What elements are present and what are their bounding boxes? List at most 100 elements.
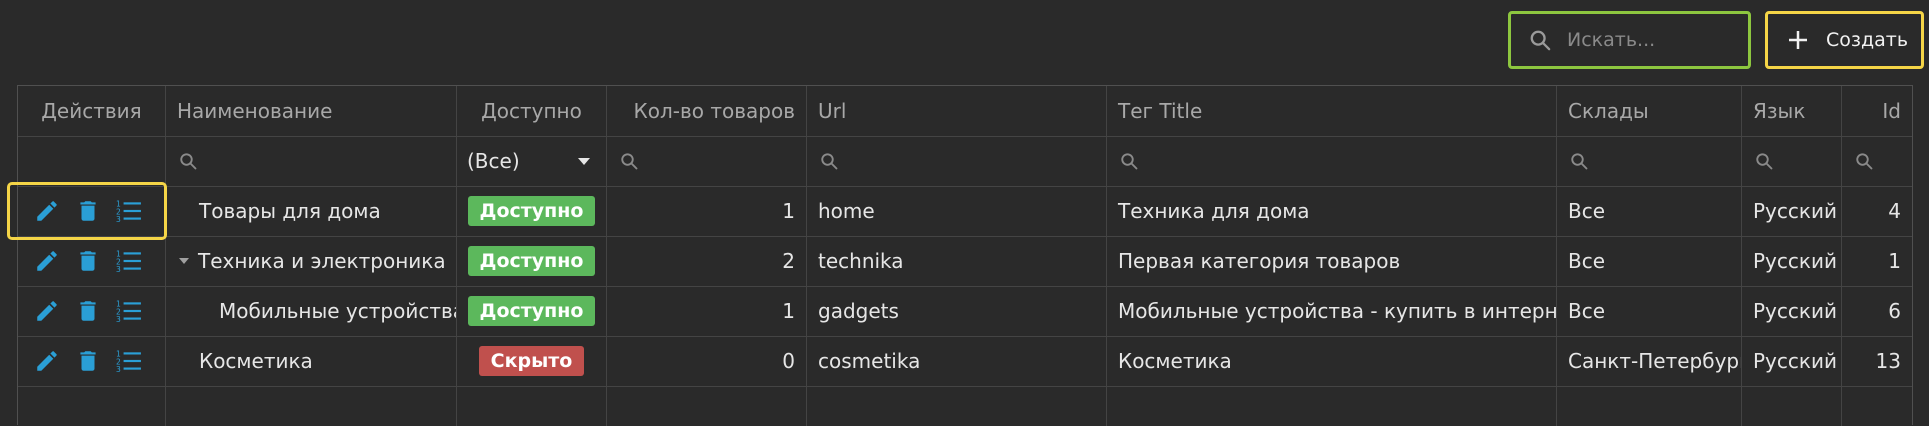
cell-id: 13 (1875, 349, 1901, 373)
categories-grid: Действия Наименование Доступно Кол-во то… (17, 85, 1913, 426)
cell-count: 2 (607, 236, 807, 286)
cell-url: home (807, 186, 1107, 236)
toolbar: Создать (0, 0, 1929, 85)
empty-cell (1557, 386, 1742, 426)
empty-cell (607, 386, 807, 426)
cell-title: Мобильные устройства - купить в интерне.… (1107, 286, 1557, 336)
search-icon (1530, 30, 1551, 51)
cell-available: Доступно (457, 186, 607, 236)
edit-icon[interactable] (34, 298, 60, 324)
filter-available-value: (Все) (467, 149, 520, 173)
empty-row (18, 386, 1912, 426)
empty-cell (166, 386, 457, 426)
cell-stores: Санкт-Петербург (1557, 336, 1742, 386)
list-icon[interactable]: 123 (116, 348, 142, 374)
cell-available: Скрыто (457, 336, 607, 386)
svg-text:3: 3 (116, 265, 121, 274)
filter-stores[interactable] (1557, 136, 1742, 186)
filter-search-icon (1121, 153, 1138, 170)
cell-count: 1 (607, 186, 807, 236)
empty-cell (807, 386, 1107, 426)
cell-count: 0 (607, 336, 807, 386)
filter-search-icon (1856, 153, 1873, 170)
filter-search-icon (180, 153, 197, 170)
empty-cell (1742, 386, 1842, 426)
delete-icon[interactable] (75, 248, 101, 274)
empty-cell (18, 386, 166, 426)
cell-id: 4 (1888, 199, 1901, 223)
cell-lang: Русский (1742, 286, 1842, 336)
cell-name: Косметика (166, 336, 457, 386)
cell-name: Товары для дома (166, 186, 457, 236)
svg-text:3: 3 (116, 315, 121, 324)
col-header-url[interactable]: Url (807, 86, 1107, 136)
cell-name-text: Техника и электроника (198, 249, 446, 273)
filter-name[interactable] (166, 136, 457, 186)
filter-title[interactable] (1107, 136, 1557, 186)
filter-search-icon (821, 153, 838, 170)
cell-title: Первая категория товаров (1107, 236, 1557, 286)
cell-stores: Все (1557, 286, 1742, 336)
col-header-name[interactable]: Наименование (166, 86, 457, 136)
create-button-label: Создать (1826, 29, 1909, 51)
filter-id[interactable] (1842, 136, 1912, 186)
cell-lang: Русский (1742, 236, 1842, 286)
search-input[interactable] (1565, 28, 1739, 52)
row-actions: 123 (18, 336, 166, 386)
cell-available: Доступно (457, 286, 607, 336)
cell-stores: Все (1557, 186, 1742, 236)
filter-count[interactable] (607, 136, 807, 186)
create-button[interactable]: Создать (1765, 11, 1924, 69)
row-actions: 123 (18, 286, 166, 336)
filter-row: (Все) (18, 136, 1912, 187)
filter-search-icon (1571, 153, 1588, 170)
cell-lang: Русский (1742, 336, 1842, 386)
filter-url[interactable] (807, 136, 1107, 186)
dropdown-caret-icon (578, 157, 590, 165)
col-header-id[interactable]: Id (1842, 86, 1912, 136)
col-header-actions[interactable]: Действия (18, 86, 166, 136)
table-row[interactable]: 123 Товары для дома Доступно 1 home Техн… (18, 186, 1912, 237)
status-badge: Скрыто (478, 346, 585, 376)
list-icon[interactable]: 123 (116, 198, 142, 224)
edit-icon[interactable] (34, 348, 60, 374)
filter-search-icon (1756, 153, 1773, 170)
col-header-lang[interactable]: Язык (1742, 86, 1842, 136)
cell-name: Мобильные устройства (166, 286, 457, 336)
cell-id: 1 (1888, 249, 1901, 273)
filter-actions-empty (18, 136, 166, 186)
edit-icon[interactable] (34, 248, 60, 274)
edit-icon[interactable] (34, 198, 60, 224)
list-icon[interactable]: 123 (116, 298, 142, 324)
svg-text:3: 3 (116, 215, 121, 224)
status-badge: Доступно (467, 246, 596, 276)
empty-cell (457, 386, 607, 426)
cell-title: Техника для дома (1107, 186, 1557, 236)
col-header-count[interactable]: Кол-во товаров (607, 86, 807, 136)
delete-icon[interactable] (75, 298, 101, 324)
table-row[interactable]: 123 Техника и электроника Доступно 2 tec… (18, 236, 1912, 287)
col-header-stores[interactable]: Склады (1557, 86, 1742, 136)
tree-expand-icon[interactable] (179, 258, 189, 264)
cell-url: technika (807, 236, 1107, 286)
filter-available-select[interactable]: (Все) (457, 136, 607, 186)
empty-cell (1107, 386, 1557, 426)
header-row: Действия Наименование Доступно Кол-во то… (18, 86, 1912, 137)
list-icon[interactable]: 123 (116, 248, 142, 274)
delete-icon[interactable] (75, 348, 101, 374)
search-box[interactable] (1508, 11, 1751, 69)
cell-stores: Все (1557, 236, 1742, 286)
row-actions: 123 (18, 236, 166, 286)
plus-icon (1789, 31, 1807, 49)
cell-url: gadgets (807, 286, 1107, 336)
cell-count: 1 (607, 286, 807, 336)
table-row[interactable]: 123 Косметика Скрыто 0 cosmetika Космети… (18, 336, 1912, 387)
col-header-title[interactable]: Тег Title (1107, 86, 1557, 136)
cell-name: Техника и электроника (166, 236, 457, 286)
svg-text:3: 3 (116, 365, 121, 374)
col-header-available[interactable]: Доступно (457, 86, 607, 136)
table-row[interactable]: 123 Мобильные устройства Доступно 1 gadg… (18, 286, 1912, 337)
filter-lang[interactable] (1742, 136, 1842, 186)
cell-url: cosmetika (807, 336, 1107, 386)
delete-icon[interactable] (75, 198, 101, 224)
